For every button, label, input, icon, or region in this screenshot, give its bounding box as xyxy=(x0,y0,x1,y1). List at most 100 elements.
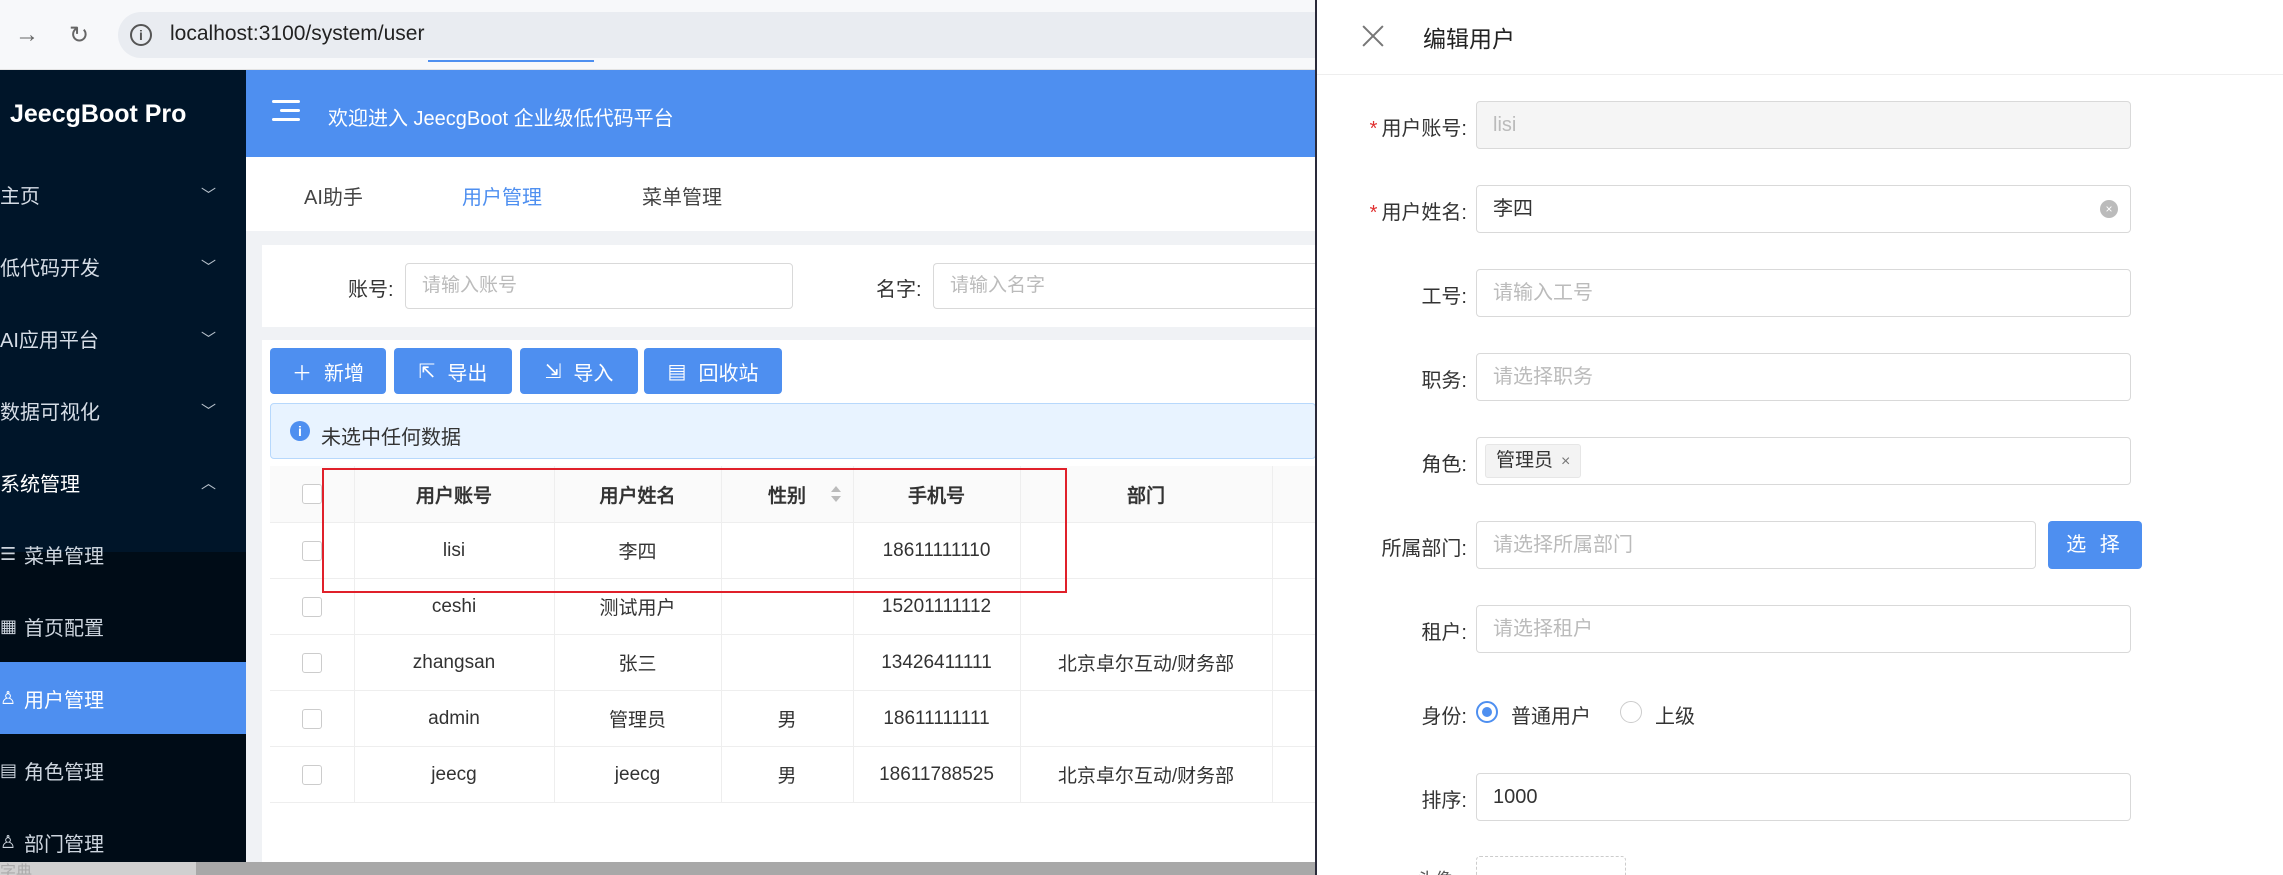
realname-field-label: * 用户姓名: xyxy=(1317,196,1467,225)
selection-alert: i 未选中任何数据 xyxy=(270,403,1316,459)
sidebar-item-lowcode[interactable]: 低代码开发 ﹀ xyxy=(0,230,246,302)
row-checkbox[interactable] xyxy=(302,596,322,617)
identity-superior-label[interactable]: 上级 xyxy=(1655,700,1695,729)
sidebar-item-label: 主页 xyxy=(0,185,40,208)
recycle-button-label: 回收站 xyxy=(698,362,759,385)
menu-toggle-icon[interactable] xyxy=(272,100,300,122)
cell-name: 管理员 xyxy=(608,710,666,731)
cell-gender: 男 xyxy=(777,710,797,731)
post-select[interactable]: 请选择职务 xyxy=(1476,353,2131,401)
sidebar-item-label: AI应用平台 xyxy=(0,329,99,352)
realname-field[interactable]: 李四 × xyxy=(1476,185,2131,233)
sidebar-item-label: 系统管理 xyxy=(0,473,80,496)
select-all-checkbox[interactable] xyxy=(302,484,322,504)
export-button-label: 导出 xyxy=(447,362,488,385)
chevron-down-icon: ﹀ xyxy=(200,402,216,420)
cell-phone: 13426411111 xyxy=(881,651,992,673)
required-mark: * xyxy=(1369,202,1378,224)
scrollbar-thumb[interactable] xyxy=(196,862,1316,875)
role-field-label: 角色: xyxy=(1421,454,1467,476)
cell-dept xyxy=(1020,691,1272,746)
drawer-header: 编辑用户 xyxy=(1317,0,2283,75)
forward-arrow-icon[interactable]: → xyxy=(10,18,44,52)
cell-gender: 男 xyxy=(777,766,797,787)
account-search-label: 账号: xyxy=(348,279,394,301)
screen: → ↻ i localhost:3100/system/user JeecgBo… xyxy=(0,0,2283,875)
close-icon[interactable] xyxy=(1357,20,1389,52)
chevron-down-icon: ﹀ xyxy=(200,258,216,276)
sidebar-item-data-visual[interactable]: 数据可视化 ﹀ xyxy=(0,374,246,446)
sidebar-item-role-mgmt[interactable]: ▤ 角色管理 xyxy=(0,734,246,806)
sidebar-item-user-mgmt[interactable]: ♙ 用户管理 xyxy=(0,662,246,734)
recycle-bin-button[interactable]: ▤ 回收站 xyxy=(644,348,782,394)
plus-icon: ＋ xyxy=(292,362,312,385)
role-select[interactable]: 管理员 × xyxy=(1476,437,2131,485)
sidebar-item-home-config[interactable]: ▦ 首页配置 xyxy=(0,590,246,662)
highlight-annotation-box xyxy=(322,468,1067,593)
dept-select-button[interactable]: 选 择 xyxy=(2048,521,2142,569)
list-icon: ☰ xyxy=(0,543,17,564)
search-form: 账号: 请输入账号 名字: 请输入名字 xyxy=(262,245,1316,327)
user-icon: ♙ xyxy=(0,687,17,708)
tab-menu-mgmt[interactable]: 菜单管理 xyxy=(642,181,722,210)
site-info-icon[interactable]: i xyxy=(130,24,152,46)
remove-tag-icon[interactable]: × xyxy=(1561,453,1570,470)
row-checkbox[interactable] xyxy=(302,708,322,729)
row-checkbox[interactable] xyxy=(302,540,322,561)
sidebar-item-ai-platform[interactable]: AI应用平台 ﹀ xyxy=(0,302,246,374)
cell-name: 张三 xyxy=(618,654,657,675)
identity-normal-label[interactable]: 普通用户 xyxy=(1511,700,1591,729)
tenant-select[interactable]: 请选择租户 xyxy=(1476,605,2131,653)
order-field[interactable]: 1000 xyxy=(1476,773,2131,821)
workno-field[interactable]: 请输入工号 xyxy=(1476,269,2131,317)
sidebar-item-label: 部门管理 xyxy=(24,833,104,856)
cell-gender xyxy=(721,635,853,690)
dept-icon: ♙ xyxy=(0,831,17,852)
name-search-input[interactable]: 请输入名字 xyxy=(933,263,1316,309)
add-button[interactable]: ＋ 新增 xyxy=(270,348,386,394)
cell-account: zhangsan xyxy=(412,651,496,673)
import-button[interactable]: ⇲ 导入 xyxy=(520,348,638,394)
name-search-label: 名字: xyxy=(876,279,922,301)
table-row[interactable]: zhangsan 张三 13426411111 北京卓尔互动/财务部 xyxy=(270,635,1316,691)
avatar-upload[interactable] xyxy=(1476,856,1626,875)
sidebar-item-system[interactable]: 系统管理 ︿ xyxy=(0,446,246,518)
dept-field[interactable]: 请选择所属部门 xyxy=(1476,521,2036,569)
avatar-field-label: 头像 xyxy=(1417,866,1453,875)
cell-name: jeecg xyxy=(614,763,661,785)
account-field: lisi xyxy=(1476,101,2131,149)
table-row[interactable]: admin 管理员 男 18611111111 xyxy=(270,691,1316,747)
url-text[interactable]: localhost:3100/system/user xyxy=(170,22,424,46)
chevron-down-icon: ﹀ xyxy=(200,330,216,348)
import-button-label: 导入 xyxy=(573,362,614,385)
tenant-field-label: 租户: xyxy=(1421,622,1467,644)
account-label-text: 用户账号: xyxy=(1381,118,1467,140)
top-header: 欢迎进入 JeecgBoot 企业级低代码平台 xyxy=(246,70,1316,157)
tab-ai-assistant[interactable]: AI助手 xyxy=(304,181,363,210)
identity-normal-radio[interactable] xyxy=(1476,701,1498,723)
table-row[interactable]: jeecg jeecg 男 18611788525 北京卓尔互动/财务部 xyxy=(270,747,1316,803)
info-icon: i xyxy=(290,421,310,441)
row-checkbox[interactable] xyxy=(302,652,322,673)
sidebar-item-home[interactable]: 主页 ﹀ xyxy=(0,158,246,230)
role-icon: ▤ xyxy=(0,759,18,780)
export-button[interactable]: ⇱ 导出 xyxy=(394,348,512,394)
reload-icon[interactable]: ↻ xyxy=(62,18,96,52)
grid-icon: ▦ xyxy=(0,615,18,636)
sidebar-item-label: 低代码开发 xyxy=(0,257,100,280)
row-checkbox[interactable] xyxy=(302,764,322,785)
active-tab-indicator xyxy=(428,60,594,62)
cell-account: jeecg xyxy=(431,763,477,785)
sidebar-item-label: 首页配置 xyxy=(24,617,104,640)
account-search-input[interactable]: 请输入账号 xyxy=(405,263,793,309)
cell-dept: 北京卓尔互动/财务部 xyxy=(1057,654,1235,675)
clear-icon[interactable]: × xyxy=(2100,200,2118,218)
app-logo: JeecgBoot Pro xyxy=(10,100,187,128)
sidebar-item-menu-mgmt[interactable]: ☰ 菜单管理 xyxy=(0,518,246,590)
trash-icon: ▤ xyxy=(667,360,687,383)
cell-phone: 18611111111 xyxy=(883,707,990,729)
identity-superior-radio[interactable] xyxy=(1620,701,1642,723)
workno-field-label: 工号: xyxy=(1421,286,1467,308)
row-select-cell xyxy=(270,747,354,802)
tab-user-mgmt[interactable]: 用户管理 xyxy=(462,181,542,210)
